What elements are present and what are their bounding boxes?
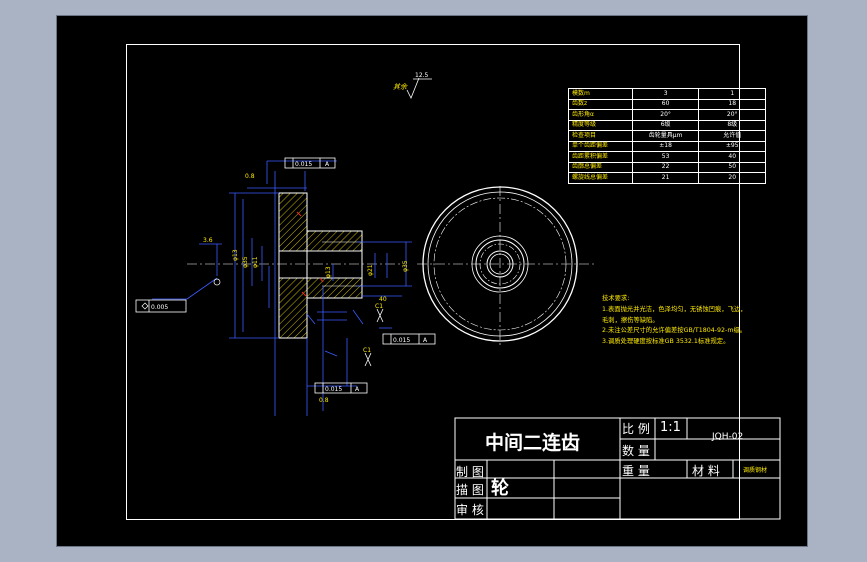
runout-value-1: 0.015	[295, 161, 312, 168]
flatness-value: 0.005	[151, 304, 168, 311]
technical-requirements: 技术要求: 1.表面抛光并光洁，色泽均匀，无锈蚀凹痕，飞边， 毛刺，擦伤等缺陷。…	[602, 294, 747, 348]
gear-param-value: 18	[698, 98, 766, 110]
gear-param-value: 6级	[631, 119, 700, 131]
gear-table-row: 齿廓总偏差 22 50	[568, 161, 766, 173]
part-name-cont: 轮	[491, 478, 509, 499]
gear-table-row: 齿数z 60 18	[568, 98, 766, 110]
gear-param-value: 50	[698, 161, 766, 173]
gear-param-value: 20°	[698, 109, 766, 121]
gear-param-name: 模数m	[568, 88, 633, 100]
dim-small-dia: φ13	[232, 249, 239, 261]
roughness-label: 其余	[393, 83, 407, 91]
note-line: 1.表面抛光并光洁，色泽均匀，无锈蚀凹痕，飞边，	[602, 305, 747, 313]
gear-param-value: 20	[698, 172, 766, 184]
gear-parameter-table: 模数m 3 1 齿数z 60 18 齿形角α 20° 20° 精度等级 6级 8级 检查项目 齿轮量具μm…	[568, 88, 766, 184]
chamfer-2: C1	[363, 347, 371, 354]
gear-param-value: 53	[631, 151, 700, 163]
runout-value-2: 0.015	[393, 337, 410, 344]
scale-value: 1:1	[660, 420, 681, 435]
material-value: 调质钢材	[743, 467, 768, 474]
gear-param-name: 齿形角α	[568, 109, 633, 121]
dim-mid-dia: φ35	[242, 256, 249, 268]
gear-param-name: 检查项目	[568, 130, 633, 142]
weight-label: 重 量	[622, 464, 650, 478]
end-view	[417, 186, 597, 346]
datum-label-1: A	[325, 161, 330, 168]
dim-length: 40	[379, 296, 387, 303]
dim-right-dia: φ21	[367, 264, 374, 276]
dim-3-6: 3.6	[203, 237, 213, 244]
gear-param-value: 齿轮量具μm	[631, 130, 700, 142]
material-label: 材 料	[692, 464, 720, 478]
dim-0-8: 0.8	[245, 173, 255, 180]
gear-table-row: 齿距累积偏差 53 40	[568, 151, 766, 163]
chamfer-1: C1	[375, 303, 383, 310]
dim-bottom: 0.8	[319, 397, 329, 404]
flatness-symbol-icon	[141, 302, 149, 310]
dim-right-dia-2: φ35	[402, 260, 409, 272]
gear-param-value: 8级	[698, 119, 766, 131]
roughness-icon	[406, 77, 420, 99]
gear-param-value: 40	[698, 151, 766, 163]
runout-value-3: 0.015	[325, 386, 342, 393]
drafted-by-label: 描 图	[456, 483, 484, 497]
dim-big-dia: φ11	[252, 256, 259, 268]
gear-table-row: 检查项目 齿轮量具μm 允许值	[568, 130, 766, 142]
gear-param-name: 螺旋线总偏差	[568, 172, 633, 184]
note-line: 2.未注公差尺寸的允许偏差按GB/T1804-92-m级。	[602, 327, 747, 335]
gear-param-name: 齿数z	[568, 98, 633, 110]
gear-param-value: 21	[631, 172, 700, 184]
gear-param-value: 22	[631, 161, 700, 173]
part-name: 中间二连齿	[485, 432, 581, 454]
datum-circle-icon	[213, 278, 221, 286]
roughness-value: 12.5	[415, 72, 429, 79]
gear-param-value: ±18	[631, 140, 700, 152]
gear-table-row: 齿形角α 20° 20°	[568, 109, 766, 121]
drawing-number: JQH-02	[712, 432, 744, 442]
checked-by-label: 审 核	[456, 503, 484, 517]
gear-param-name: 精度等级	[568, 119, 633, 131]
datum-label-3: A	[355, 386, 360, 393]
quantity-label: 数 量	[622, 444, 650, 458]
gear-param-value: ±95	[698, 140, 766, 152]
gear-param-value: 1	[698, 88, 766, 100]
gear-table-row: 精度等级 6级 8级	[568, 119, 766, 131]
note-line: 毛刺，擦伤等缺陷。	[602, 316, 659, 324]
gear-param-value: 允许值	[698, 130, 766, 142]
gear-param-value: 60	[631, 98, 700, 110]
gear-param-name: 单个齿距偏差	[568, 140, 633, 152]
cad-viewport[interactable]: 0.005 0.015 A 0.015 A 0.015 A 0.8 3.6 φ1…	[56, 15, 808, 547]
gear-param-value: 3	[631, 88, 700, 100]
gear-table-row: 单个齿距偏差 ±18 ±95	[568, 140, 766, 152]
gear-param-name: 齿廓总偏差	[568, 161, 633, 173]
gear-table-row: 模数m 3 1	[568, 88, 766, 100]
roughness-note: 其余 12.5	[393, 72, 428, 92]
drawn-by-label: 制 图	[456, 465, 484, 479]
gear-param-value: 20°	[631, 109, 700, 121]
gear-param-name: 齿距累积偏差	[568, 151, 633, 163]
datum-label-2: A	[423, 337, 428, 344]
scale-label: 比 例	[622, 422, 650, 436]
notes-title: 技术要求:	[602, 295, 630, 302]
dim-inner-dia: φ13	[325, 266, 332, 278]
note-line: 3.调质处理硬度按标准GB 3532.1标准规定。	[602, 338, 730, 346]
gear-table-row: 螺旋线总偏差 21 20	[568, 172, 766, 184]
